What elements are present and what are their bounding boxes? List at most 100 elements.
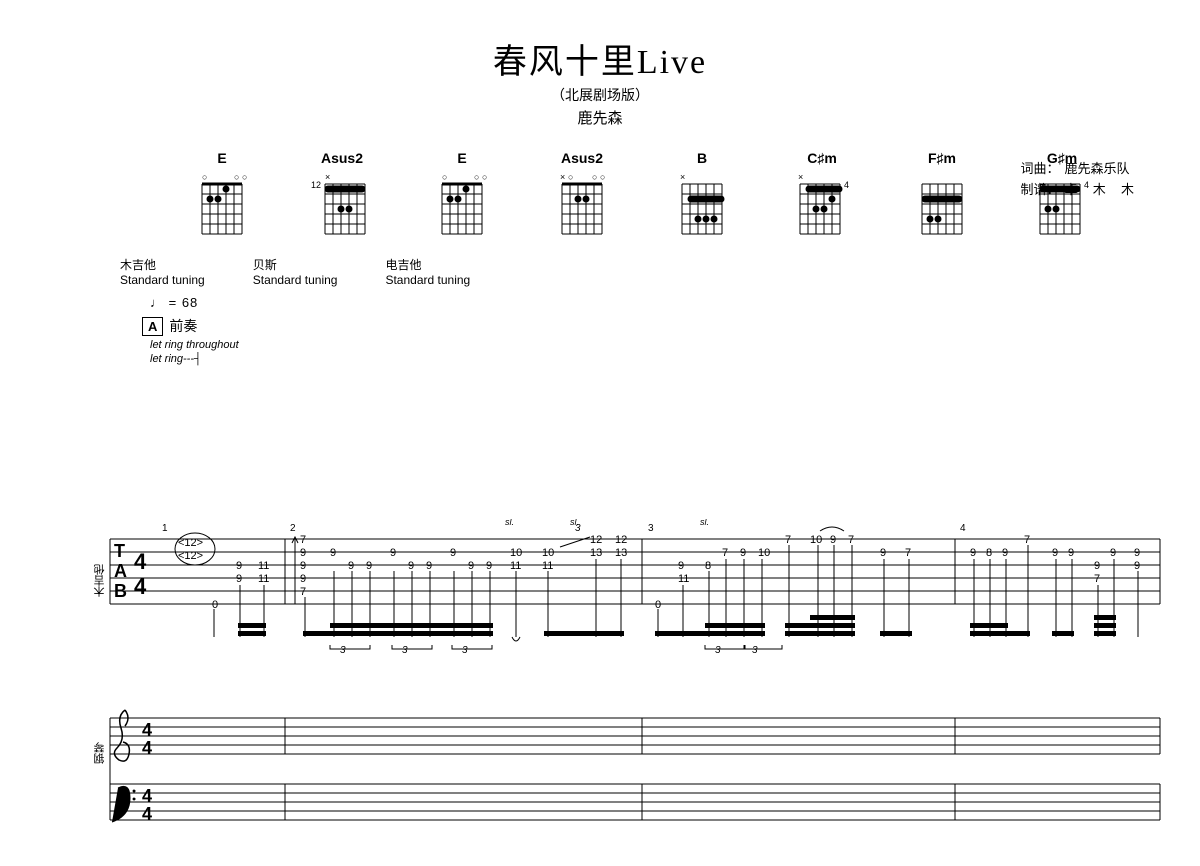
svg-text:7: 7 (1024, 534, 1030, 546)
tuning-bass: 贝斯 Standard tuning (253, 256, 338, 287)
ts-den: 4 (134, 574, 147, 599)
chord-diagram-icon: 12 × (311, 170, 373, 236)
svg-text:12: 12 (590, 534, 602, 546)
tab-B: B (114, 581, 127, 601)
svg-text:9: 9 (880, 547, 886, 559)
svg-text:9: 9 (300, 560, 306, 572)
svg-text:○: ○ (242, 172, 247, 182)
svg-text:×: × (798, 172, 803, 182)
svg-text:sl.: sl. (700, 519, 709, 527)
svg-text:2: 2 (290, 523, 296, 534)
svg-text:9: 9 (1094, 560, 1100, 572)
svg-text:3: 3 (575, 523, 581, 534)
svg-text:11: 11 (510, 560, 521, 572)
tunings: 木吉他 Standard tuning 贝斯 Standard tuning 电… (120, 256, 1200, 287)
section-name: 前奏 (169, 316, 197, 336)
credit-transcribe-label: 制谱： (1020, 180, 1064, 201)
svg-text:12: 12 (615, 534, 627, 546)
ts-num-bass: 4 (142, 786, 152, 806)
svg-text:×: × (560, 172, 565, 182)
tuning-acoustic: 木吉他 Standard tuning (120, 256, 205, 287)
svg-text:9: 9 (1068, 547, 1074, 559)
svg-text:7: 7 (722, 547, 728, 559)
chord-diagram-icon: ○○○ (194, 170, 250, 236)
svg-text:13: 13 (615, 547, 627, 559)
svg-text:10: 10 (810, 534, 822, 546)
svg-text:7: 7 (300, 534, 306, 546)
ts-den-bass: 4 (142, 804, 152, 824)
svg-text:10: 10 (758, 547, 770, 559)
chord-Asus2: Asus2 12 × (310, 150, 374, 236)
svg-text:11: 11 (678, 573, 689, 585)
svg-text:○: ○ (234, 172, 239, 182)
svg-text:4: 4 (844, 180, 849, 190)
chord-E-2: E ○○○ (430, 150, 494, 236)
ts-num: 4 (134, 549, 147, 574)
subtitle: （北展剧场版） (0, 85, 1200, 105)
svg-text:1: 1 (162, 523, 168, 534)
credits: 词曲： 鹿先森乐队 制谱： 卓 木 木 (1020, 159, 1140, 201)
svg-text:○: ○ (600, 172, 605, 182)
svg-text:9: 9 (468, 560, 474, 572)
svg-text:<12>: <12> (178, 537, 203, 549)
bass-clef-icon (112, 786, 135, 822)
svg-text:4: 4 (960, 523, 966, 534)
tab-T: T (114, 541, 125, 561)
svg-text:3: 3 (715, 645, 721, 656)
svg-text:9: 9 (486, 560, 492, 572)
svg-text:sl.: sl. (505, 519, 514, 527)
svg-text:7: 7 (905, 547, 911, 559)
section-label: A 前奏 (142, 316, 1200, 336)
svg-text:12: 12 (311, 180, 321, 190)
svg-text:11: 11 (258, 560, 269, 572)
chord-B: B × (670, 150, 734, 236)
chord-E: E ○○○ (190, 150, 254, 236)
svg-text:9: 9 (426, 560, 432, 572)
svg-text:○: ○ (202, 172, 207, 182)
svg-text:9: 9 (348, 560, 354, 572)
tuning-electric: 电吉他 Standard tuning (385, 256, 470, 287)
svg-text:3: 3 (752, 645, 758, 656)
svg-text:○: ○ (474, 172, 479, 182)
svg-text:7: 7 (848, 534, 854, 546)
chord-diagram-icon: ×4 (792, 170, 852, 236)
svg-text:9: 9 (330, 547, 336, 559)
svg-text:3: 3 (402, 645, 408, 656)
svg-text:10: 10 (542, 547, 554, 559)
chord-Csharpm: C♯m ×4 (790, 150, 854, 236)
svg-text:9: 9 (1134, 560, 1140, 572)
svg-text:9: 9 (970, 547, 976, 559)
svg-text:9: 9 (300, 547, 306, 559)
svg-text:9: 9 (740, 547, 746, 559)
svg-text:○: ○ (568, 172, 573, 182)
svg-text:9: 9 (408, 560, 414, 572)
svg-text:9: 9 (1002, 547, 1008, 559)
svg-text:<12>: <12> (178, 550, 203, 562)
svg-text:7: 7 (785, 534, 791, 546)
svg-text:9: 9 (1134, 547, 1140, 559)
svg-text:9: 9 (1052, 547, 1058, 559)
svg-text:7: 7 (1094, 573, 1100, 585)
page-title: 春风十里Live (0, 34, 1200, 83)
chord-diagram-icon: ×○○○ (554, 170, 610, 236)
svg-text:9: 9 (830, 534, 836, 546)
svg-text:3: 3 (648, 523, 654, 534)
svg-text:3: 3 (340, 645, 346, 656)
svg-text:9: 9 (450, 547, 456, 559)
svg-text:11: 11 (542, 560, 553, 572)
svg-text:○: ○ (482, 172, 487, 182)
svg-text:○: ○ (592, 172, 597, 182)
credit-transcribe-value: 卓 木 木 (1064, 180, 1140, 201)
svg-text:9: 9 (678, 560, 684, 572)
chord-Asus2-2: Asus2 ×○○○ (550, 150, 614, 236)
credit-lyrics-label: 词曲： (1020, 159, 1064, 180)
chord-Fsharpm: F♯m (910, 150, 974, 236)
svg-text:9: 9 (236, 573, 242, 585)
svg-text:8: 8 (705, 560, 711, 572)
svg-text:9: 9 (1110, 547, 1116, 559)
artist: 鹿先森 (0, 107, 1200, 128)
section-letter: A (142, 317, 163, 336)
svg-text:×: × (680, 172, 685, 182)
tab-A: A (114, 561, 127, 581)
svg-text:×: × (325, 172, 330, 182)
